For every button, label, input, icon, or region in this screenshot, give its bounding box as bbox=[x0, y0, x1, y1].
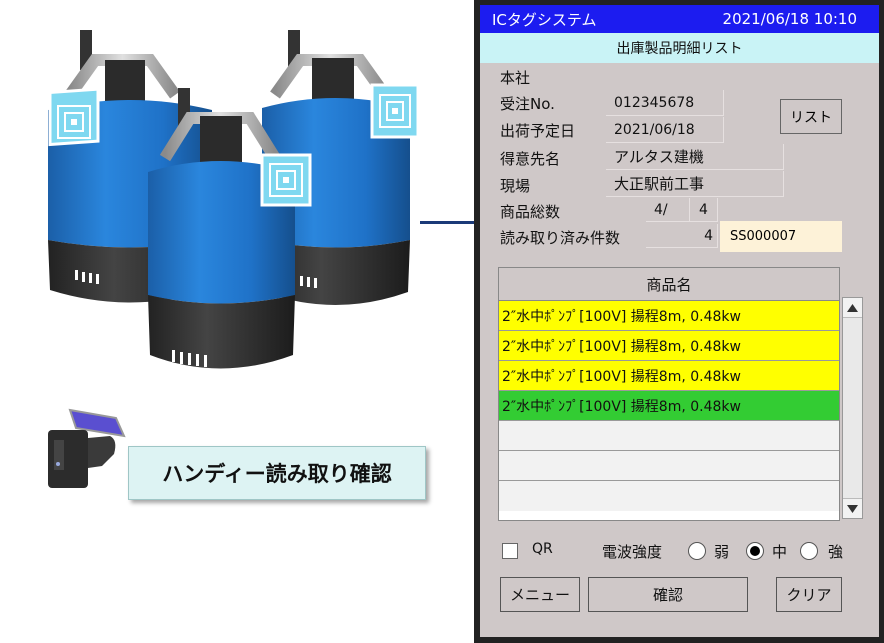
qr-label: QR bbox=[532, 541, 553, 557]
app-title: ICタグシステム bbox=[492, 10, 597, 29]
ship-date-label: 出荷予定日 bbox=[500, 122, 576, 140]
table-row[interactable] bbox=[499, 421, 839, 451]
screen-title: 出庫製品明細リスト bbox=[480, 33, 879, 63]
signal-strong-radio[interactable] bbox=[800, 542, 818, 560]
caption-box: ハンディー読み取り確認 bbox=[128, 446, 426, 500]
table-row[interactable] bbox=[499, 481, 839, 511]
order-no-label: 受注No. bbox=[500, 95, 555, 113]
customer-field: アルタス建機 bbox=[606, 144, 784, 170]
device-screen: ICタグシステム 2021/06/18 10:10 出庫製品明細リスト 本社 受… bbox=[480, 5, 879, 637]
product-table: 商品名 2″水中ﾎﾟﾝﾌﾟ[100V] 揚程8m, 0.48kw 2″水中ﾎﾟﾝ… bbox=[498, 267, 840, 521]
confirm-button[interactable]: 確認 bbox=[588, 577, 748, 612]
pump-illustration bbox=[48, 30, 420, 369]
handheld-reader-icon bbox=[48, 408, 126, 488]
handheld-device-frame: ICタグシステム 2021/06/18 10:10 出庫製品明細リスト 本社 受… bbox=[474, 0, 884, 643]
table-row[interactable] bbox=[499, 451, 839, 481]
scroll-down-icon[interactable] bbox=[843, 498, 862, 518]
clear-button[interactable]: クリア bbox=[776, 577, 842, 612]
qr-checkbox[interactable] bbox=[502, 543, 518, 559]
table-scrollbar[interactable] bbox=[842, 297, 863, 519]
read-count-label: 読み取り済み件数 bbox=[500, 229, 621, 247]
site-label: 現場 bbox=[500, 177, 531, 195]
rfid-tag-icon bbox=[48, 87, 100, 147]
customer-label: 得意先名 bbox=[500, 150, 561, 168]
rfid-tag-icon bbox=[370, 83, 420, 139]
title-bar: ICタグシステム 2021/06/18 10:10 bbox=[480, 5, 879, 33]
menu-button[interactable]: メニュー bbox=[500, 577, 580, 612]
total-label: 商品総数 bbox=[500, 203, 561, 221]
signal-weak-radio[interactable] bbox=[688, 542, 706, 560]
connector-line bbox=[420, 221, 476, 224]
datetime: 2021/06/18 10:10 bbox=[722, 10, 857, 28]
site-field: 大正駅前工事 bbox=[606, 171, 784, 197]
radio-selected-dot bbox=[750, 546, 760, 556]
signal-mid-label: 中 bbox=[772, 543, 788, 561]
total-count: 4 bbox=[690, 198, 718, 222]
total-read: 4/ bbox=[646, 198, 690, 222]
table-row[interactable]: 2″水中ﾎﾟﾝﾌﾟ[100V] 揚程8m, 0.48kw bbox=[499, 331, 839, 361]
signal-strength-label: 電波強度 bbox=[602, 543, 663, 561]
signal-mid-radio[interactable] bbox=[746, 542, 764, 560]
table-row[interactable]: 2″水中ﾎﾟﾝﾌﾟ[100V] 揚程8m, 0.48kw bbox=[499, 301, 839, 331]
caption-text: ハンディー読み取り確認 bbox=[162, 462, 392, 486]
signal-weak-label: 弱 bbox=[714, 543, 730, 561]
ship-date-field: 2021/06/18 bbox=[606, 117, 724, 143]
product-name-header: 商品名 bbox=[499, 268, 839, 301]
table-row[interactable]: 2″水中ﾎﾟﾝﾌﾟ[100V] 揚程8m, 0.48kw bbox=[499, 361, 839, 391]
signal-strong-label: 強 bbox=[828, 543, 844, 561]
order-no-field: 012345678 bbox=[606, 90, 724, 116]
scroll-up-icon[interactable] bbox=[843, 298, 862, 318]
read-count: 4 bbox=[646, 224, 718, 248]
tag-id-field: SS000007 bbox=[720, 221, 842, 252]
branch-label: 本社 bbox=[500, 69, 531, 87]
list-button[interactable]: リスト bbox=[780, 99, 842, 134]
table-row[interactable]: 2″水中ﾎﾟﾝﾌﾟ[100V] 揚程8m, 0.48kw bbox=[499, 391, 839, 421]
rfid-tag-icon bbox=[260, 153, 312, 207]
